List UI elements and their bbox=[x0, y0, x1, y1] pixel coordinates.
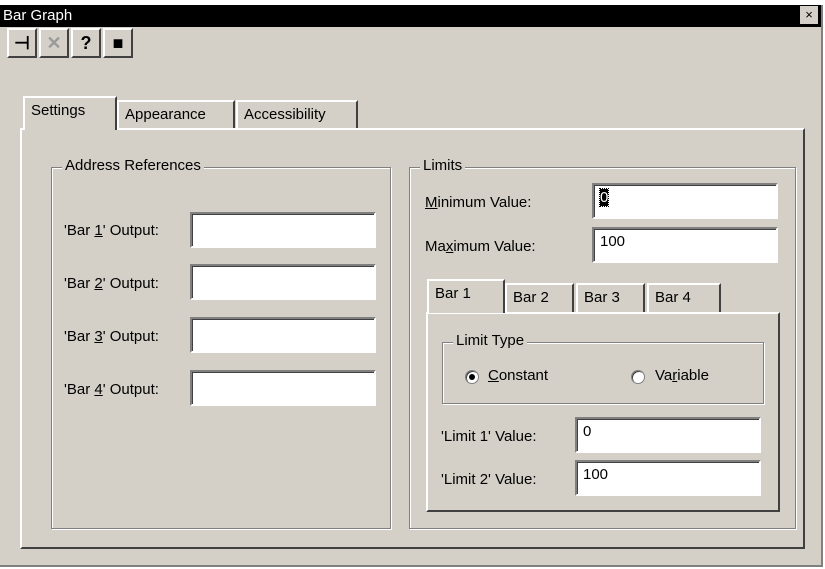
bar-1-panel: Limit Type Constant Variable 'Limit 1' V… bbox=[426, 312, 780, 512]
minimum-value-text: 0 bbox=[598, 188, 610, 207]
help-icon: ? bbox=[80, 33, 92, 53]
tab-bar-4[interactable]: Bar 4 bbox=[647, 283, 721, 313]
properties-icon: ■ bbox=[112, 33, 124, 53]
minimum-value-label: Minimum Value: bbox=[425, 194, 532, 211]
maximum-value-label: Maximum Value: bbox=[425, 238, 536, 255]
bar3-output-field[interactable] bbox=[190, 317, 376, 353]
bar2-output-label: 'Bar 2' Output: bbox=[64, 275, 159, 292]
variable-radio[interactable] bbox=[631, 370, 645, 384]
limit2-value-label: 'Limit 2' Value: bbox=[441, 471, 537, 488]
settings-panel: Address References 'Bar 1' Output: 'Bar … bbox=[20, 128, 805, 549]
minimum-value-field[interactable]: 0 bbox=[592, 183, 778, 219]
bar2-output-field[interactable] bbox=[190, 264, 376, 300]
tab-appearance[interactable]: Appearance bbox=[117, 100, 235, 130]
limit-type-legend: Limit Type bbox=[453, 332, 528, 349]
constant-label: Constant bbox=[488, 367, 549, 384]
delete-icon: ✕ bbox=[46, 33, 62, 53]
constant-radio[interactable] bbox=[465, 370, 479, 384]
tab-bar-2[interactable]: Bar 2 bbox=[505, 283, 574, 313]
bar-graph-dialog: Bar Graph × ⊣ ✕ ? ■ Settings Appearance … bbox=[0, 5, 823, 567]
help-button[interactable]: ? bbox=[71, 28, 101, 58]
delete-button[interactable]: ✕ bbox=[39, 28, 69, 58]
tab-accessibility[interactable]: Accessibility bbox=[236, 100, 358, 130]
properties-button[interactable]: ■ bbox=[103, 28, 133, 58]
bar4-output-label: 'Bar 4' Output: bbox=[64, 381, 159, 398]
tab-bar-3[interactable]: Bar 3 bbox=[576, 283, 645, 313]
bar1-output-label: 'Bar 1' Output: bbox=[64, 222, 159, 239]
pin-icon: ⊣ bbox=[14, 33, 30, 53]
limit2-value-field[interactable]: 100 bbox=[575, 460, 761, 496]
bar4-output-field[interactable] bbox=[190, 370, 376, 406]
bar3-output-label: 'Bar 3' Output: bbox=[64, 328, 159, 345]
window-title: Bar Graph bbox=[3, 7, 73, 24]
tab-bar-1[interactable]: Bar 1 bbox=[427, 279, 505, 313]
limits-legend: Limits bbox=[420, 157, 466, 174]
variable-label: Variable bbox=[655, 367, 709, 384]
address-references-legend: Address References bbox=[62, 157, 204, 174]
close-icon[interactable]: × bbox=[800, 6, 818, 24]
maximum-value-field[interactable]: 100 bbox=[592, 227, 778, 263]
tab-settings[interactable]: Settings bbox=[23, 96, 117, 130]
pin-button[interactable]: ⊣ bbox=[7, 28, 37, 58]
limit1-value-field[interactable]: 0 bbox=[575, 417, 761, 453]
bar1-output-field[interactable] bbox=[190, 212, 376, 248]
title-bar[interactable]: Bar Graph × bbox=[0, 5, 821, 27]
limit1-value-label: 'Limit 1' Value: bbox=[441, 428, 537, 445]
